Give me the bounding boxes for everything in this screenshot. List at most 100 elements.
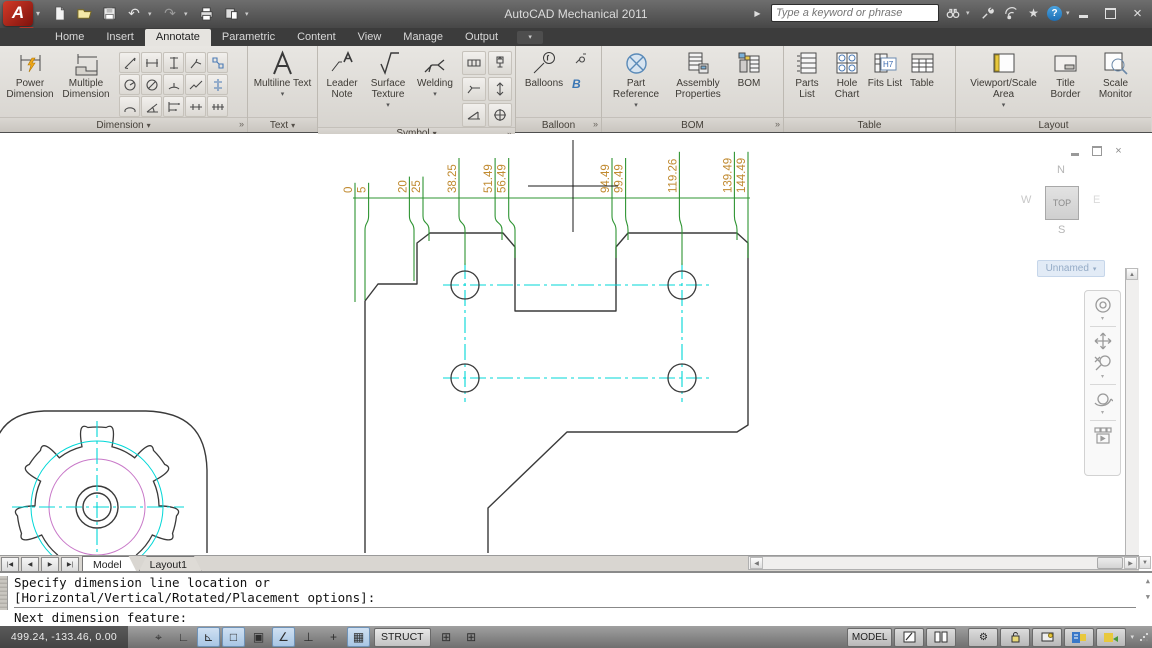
status-menu-icon[interactable]: ▾ (1130, 633, 1134, 641)
showmotion-icon[interactable] (1093, 425, 1113, 445)
balloons-button[interactable]: Balloons (519, 48, 569, 89)
table-button[interactable]: Table (903, 48, 941, 89)
hardware-acceleration-icon[interactable] (1032, 628, 1062, 647)
tab-insert[interactable]: Insert (95, 29, 145, 46)
dialog-launcher-icon[interactable]: » (239, 119, 244, 129)
dynamic-ucs-toggle[interactable]: ⊥ (297, 627, 320, 647)
open-file-icon[interactable] (73, 3, 95, 24)
quick-view-layouts-icon[interactable] (894, 628, 924, 647)
multi-chain-dimension-icon[interactable] (207, 96, 228, 117)
scale-monitor-button[interactable]: Scale Monitor (1092, 48, 1140, 100)
search-dropdown-icon[interactable]: ▾ (966, 9, 974, 17)
bom-button[interactable]: BOM (729, 48, 769, 89)
fits-list-button[interactable]: H7 Fits List (867, 48, 903, 89)
power-dimension-button[interactable]: Power Dimension (3, 48, 57, 100)
ribbon-minimize-icon[interactable]: ▾ (517, 31, 543, 44)
tab-output[interactable]: Output (454, 29, 509, 46)
baseline-dimension-icon[interactable] (163, 96, 184, 117)
steering-wheel-icon[interactable] (1093, 295, 1113, 315)
favorites-star-icon[interactable]: ★ (1024, 4, 1043, 22)
dynamic-input-toggle[interactable]: + (322, 627, 345, 647)
3d-object-snap-toggle[interactable]: ▣ (247, 627, 270, 647)
previous-tab-icon[interactable]: ◀ (21, 557, 39, 572)
panel-title-table[interactable]: Table (784, 117, 955, 132)
model-space-button[interactable]: MODEL (847, 628, 893, 647)
lineweight-toggle[interactable]: ⊞ (435, 627, 458, 647)
tab-annotate[interactable]: Annotate (145, 29, 211, 46)
viewport-close-icon[interactable]: × (1112, 145, 1125, 157)
command-prompt[interactable]: Next dimension feature: (14, 610, 187, 626)
pan-icon[interactable] (1093, 331, 1113, 351)
surface-texture-button[interactable]: Surface Texture ▾ (363, 48, 413, 111)
linear-dimension-icon[interactable] (141, 52, 162, 73)
next-tab-icon[interactable]: ▶ (41, 557, 59, 572)
tab-view[interactable]: View (347, 29, 393, 46)
new-file-icon[interactable] (48, 3, 70, 24)
panel-title-balloon[interactable]: Balloon » (516, 117, 601, 132)
viewcube-south[interactable]: S (1058, 224, 1065, 236)
viewcube[interactable]: N W TOP E S (1021, 162, 1101, 246)
renumber-balloons-icon[interactable] (572, 51, 594, 73)
taper-symbol-icon[interactable] (462, 103, 486, 127)
redo-dropdown-icon[interactable]: ▾ (184, 10, 192, 18)
infocenter-collapse-icon[interactable]: ▶ (748, 4, 767, 22)
panel-title-dimension[interactable]: Dimension▾ » (0, 117, 247, 132)
last-tab-icon[interactable]: ▶| (61, 557, 79, 572)
symmetric-dimension-icon[interactable] (207, 74, 228, 95)
viewcube-west[interactable]: W (1021, 194, 1031, 206)
search-input[interactable] (771, 4, 939, 22)
ordinate-dimension-icon[interactable] (207, 52, 228, 73)
hole-chart-button[interactable]: Hole Chart (827, 48, 867, 100)
datum-identifier-icon[interactable] (488, 51, 512, 75)
zoom-icon[interactable] (1093, 353, 1113, 373)
tab-home[interactable]: Home (44, 29, 95, 46)
workspace-gear-icon[interactable]: ⚙ (968, 628, 998, 647)
diameter-dimension-icon[interactable] (141, 74, 162, 95)
viewcube-north[interactable]: N (1057, 164, 1065, 176)
redo-icon[interactable]: ↷ (159, 3, 181, 24)
feature-control-frame-icon[interactable] (462, 51, 486, 75)
scroll-up-icon[interactable]: ▲ (1126, 268, 1138, 280)
assembly-properties-button[interactable]: Assembly Properties (667, 48, 729, 100)
parts-list-button[interactable]: Parts List (787, 48, 827, 100)
communication-center-icon[interactable] (1001, 4, 1020, 22)
dialog-launcher-icon[interactable]: » (593, 119, 598, 129)
resize-grip[interactable] (1140, 633, 1148, 641)
tab-model[interactable]: Model (82, 556, 137, 572)
plot-preview-icon[interactable] (220, 3, 242, 24)
drawing-canvas[interactable]: 05202538.2551.4956.4994.4999.49119.26139… (0, 134, 1139, 556)
plot-icon[interactable] (195, 3, 217, 24)
viewcube-top-face[interactable]: TOP (1045, 186, 1079, 220)
tab-manage[interactable]: Manage (392, 29, 454, 46)
panel-title-bom[interactable]: BOM » (602, 117, 783, 132)
leader-note-button[interactable]: Leader Note (321, 48, 363, 100)
search-binoculars-icon[interactable] (943, 4, 962, 22)
feature-identifier-icon[interactable] (462, 77, 486, 101)
subscription-wrench-icon[interactable] (978, 4, 997, 22)
balloon-style-icon[interactable]: B (572, 75, 594, 97)
chain-dimension-icon[interactable] (185, 96, 206, 117)
welding-button[interactable]: Welding ▾ (413, 48, 457, 100)
first-tab-icon[interactable]: |◀ (1, 557, 19, 572)
scroll-right-icon[interactable]: ▶ (1124, 557, 1137, 569)
coordinate-readout[interactable]: 499.24, -133.46, 0.00 (0, 626, 128, 648)
toolbar-lock-icon[interactable] (1000, 628, 1030, 647)
vertical-dimension-icon[interactable] (163, 52, 184, 73)
part-reference-button[interactable]: Part Reference ▾ (605, 48, 667, 111)
command-line-window[interactable]: Specify dimension line location or [Hori… (0, 571, 1152, 626)
polar-tracking-toggle[interactable]: ⊾ (197, 627, 220, 647)
multiline-text-button[interactable]: Multiline Text ▾ (253, 48, 313, 100)
tab-parametric[interactable]: Parametric (211, 29, 286, 46)
radius-dimension-icon[interactable] (119, 74, 140, 95)
named-view-dropdown[interactable]: Unnamed▾ (1037, 260, 1105, 277)
multiline-text-dropdown-icon[interactable]: ▾ (281, 89, 285, 100)
arc-dimension-icon[interactable] (163, 74, 184, 95)
angled-dimension-icon[interactable] (185, 52, 206, 73)
aligned-dimension-icon[interactable] (119, 52, 140, 73)
transparency-toggle[interactable]: ⊞ (460, 627, 483, 647)
scroll-up-icon[interactable]: ▲ (1146, 577, 1150, 585)
application-menu-arrow-icon[interactable]: ▾ (36, 9, 40, 18)
qat-customize-icon[interactable]: ▾ (245, 10, 253, 18)
help-icon[interactable]: ? (1047, 6, 1062, 21)
zoom-dropdown-icon[interactable]: ▾ (1101, 375, 1104, 380)
